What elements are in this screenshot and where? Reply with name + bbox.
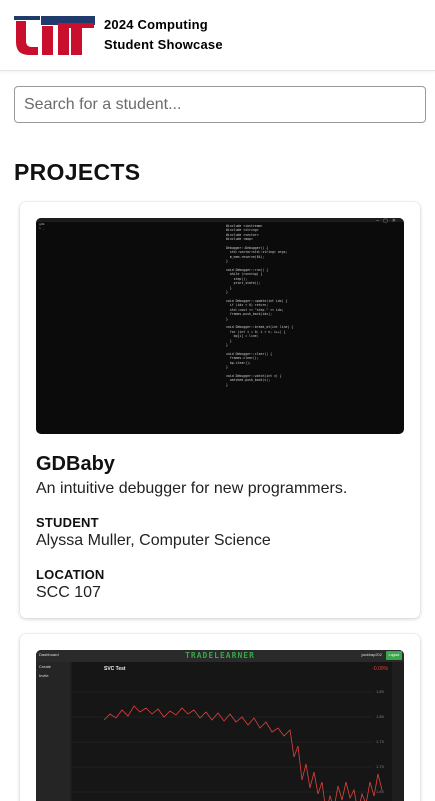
- sidebar-item-invite: Invite: [39, 673, 49, 678]
- svg-text:1.80: 1.80: [376, 715, 384, 719]
- stock-symbol: SVC Test: [104, 666, 126, 672]
- student-label: STUDENT: [36, 515, 99, 530]
- sidebar-item-create: Create: [39, 664, 52, 669]
- project-card[interactable]: –▢✕ gdb > _ #include <iostream> #include …: [20, 202, 420, 618]
- svg-text:1.75: 1.75: [376, 740, 384, 744]
- project-name: GDBaby: [36, 453, 115, 475]
- project-card[interactable]: Dashboard TRADELEARNER jackbap202 Logout…: [20, 634, 420, 801]
- svg-text:1.85: 1.85: [376, 690, 384, 694]
- chart-panel: 1.85 1.80 1.75 1.70 1.65 SVC Test -0.00%: [72, 662, 392, 801]
- site-title-line1: 2024 Computing: [104, 17, 208, 32]
- section-title: PROJECTS: [14, 159, 141, 185]
- tradelearner-logo: TRADELEARNER: [185, 651, 255, 660]
- username: jackbap202: [361, 652, 382, 657]
- project-screenshot: –▢✕ gdb > _ #include <iostream> #include …: [36, 218, 404, 434]
- project-description: An intuitive debugger for new programmer…: [36, 480, 348, 497]
- logout-button: Logout: [386, 651, 402, 660]
- code-image: #include <iostream> #include <string> #i…: [226, 224, 294, 387]
- site-title-line2: Student Showcase: [104, 37, 223, 52]
- project-screenshot: Dashboard TRADELEARNER jackbap202 Logout…: [36, 650, 404, 801]
- student-name: Alyssa Muller, Computer Science: [36, 532, 271, 549]
- svg-text:1.65: 1.65: [376, 790, 384, 794]
- project-list: –▢✕ gdb > _ #include <iostream> #include …: [0, 202, 435, 801]
- site-header: 2024 Computing Student Showcase: [0, 0, 435, 71]
- price-chart-image: 1.85 1.80 1.75 1.70 1.65: [72, 690, 384, 801]
- app-sidebar: Create Invite: [36, 662, 70, 801]
- ut-logo[interactable]: [14, 15, 96, 56]
- site-title: 2024 Computing Student Showcase: [104, 15, 223, 55]
- search-input[interactable]: [14, 86, 426, 123]
- svg-text:1.70: 1.70: [376, 765, 384, 769]
- location-label: LOCATION: [36, 567, 105, 582]
- stock-change: -0.00%: [372, 666, 388, 672]
- project-location: SCC 107: [36, 584, 101, 601]
